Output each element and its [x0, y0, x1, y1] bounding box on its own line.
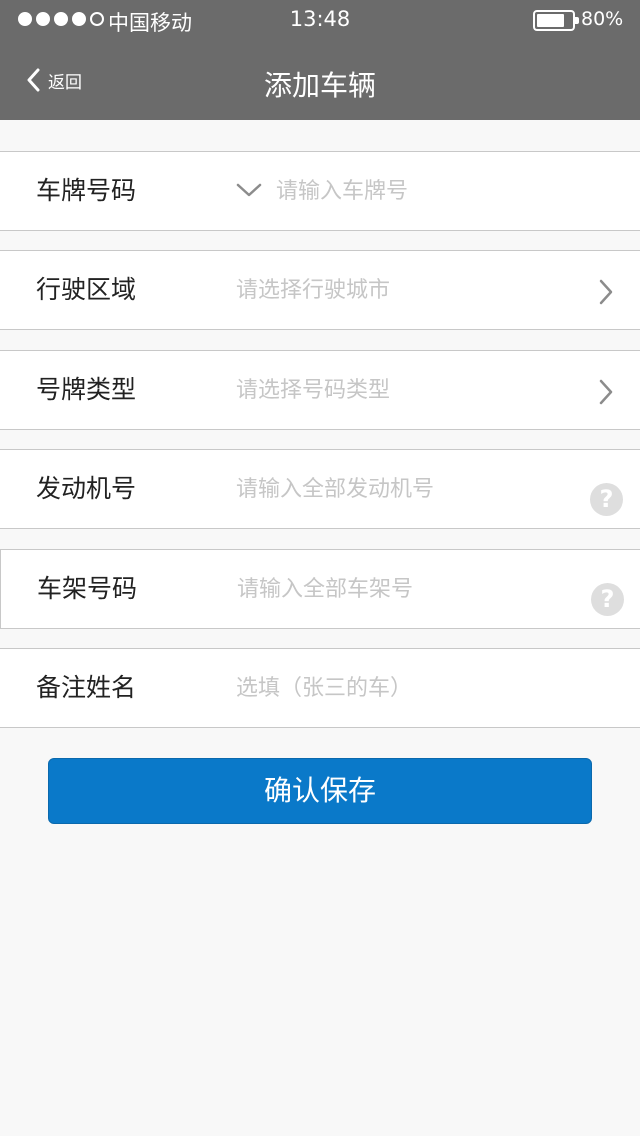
form-row-plate-type[interactable]: 号牌类型 [0, 350, 640, 430]
note-name-label: 备注姓名 [36, 673, 137, 702]
navigation-bar: 返回 添加车辆 [0, 40, 640, 120]
driving-region-label: 行驶区域 [36, 275, 137, 304]
form-row-plate-number: 车牌号码 [0, 151, 640, 231]
status-bar: 中国移动 13:48 80% [0, 0, 640, 40]
battery-percent: 80% [581, 8, 624, 30]
plate-type-select[interactable] [236, 351, 576, 429]
driving-region-select[interactable] [236, 251, 576, 329]
engine-number-input[interactable] [236, 450, 576, 528]
chevron-right-icon [598, 279, 614, 309]
form-row-engine-number: 发动机号 ? [0, 449, 640, 529]
add-vehicle-screen: 中国移动 13:48 80% 返回 添加车辆 车牌号码 行驶区域 [0, 0, 640, 1136]
plate-type-label: 号牌类型 [36, 375, 137, 404]
form-row-driving-region[interactable]: 行驶区域 [0, 250, 640, 330]
form-row-frame-number: 车架号码 ? [0, 549, 640, 629]
confirm-save-button[interactable]: 确认保存 [48, 758, 592, 824]
page-title: 添加车辆 [263, 69, 376, 102]
battery-nub [575, 17, 579, 24]
chevron-down-icon[interactable] [236, 182, 262, 202]
battery-icon [533, 10, 579, 31]
engine-number-label: 发动机号 [36, 474, 137, 503]
frame-number-input[interactable] [237, 550, 577, 628]
frame-number-label: 车架号码 [37, 574, 138, 603]
battery-level [537, 14, 564, 27]
form-row-note-name: 备注姓名 [0, 648, 640, 728]
question-mark-icon[interactable]: ? [591, 583, 624, 616]
question-mark-icon[interactable]: ? [590, 483, 623, 516]
plate-number-label: 车牌号码 [36, 176, 137, 205]
plate-number-input[interactable] [276, 152, 596, 230]
note-name-input[interactable] [236, 649, 576, 727]
chevron-right-icon [598, 379, 614, 409]
